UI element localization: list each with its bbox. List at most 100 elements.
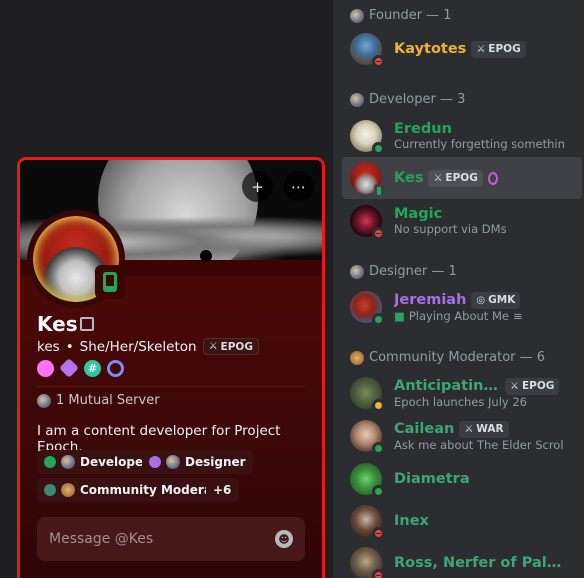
- member-name: Anticipating ...: [394, 378, 500, 394]
- activity-status: ■ Playing About Me ≡: [394, 308, 523, 323]
- mutual-servers-link[interactable]: 1 Mutual Server: [37, 393, 160, 408]
- member-magic[interactable]: Magic No support via DMs: [342, 200, 582, 242]
- server-tag: ⚔ EPOG: [471, 40, 526, 58]
- role-color-dot: [149, 456, 161, 468]
- role-icon: [166, 455, 180, 469]
- custom-status: Currently forgetting something: [394, 137, 564, 151]
- profile-popout: + ⋯ Kes kes • She/Her/Skeleton ⚔ EPOG # 1…: [17, 157, 325, 578]
- separator-dot: •: [65, 338, 74, 355]
- avatar: [350, 463, 385, 498]
- member-name: Ross, Nerfer of Paladi...: [394, 555, 564, 571]
- group-title: Developer — 3: [369, 92, 466, 107]
- mobile-status-icon: [374, 184, 384, 198]
- member-name: Kes: [394, 170, 424, 186]
- member-kes[interactable]: Kes ⚔ EPOG: [342, 157, 582, 199]
- role-chip-designer[interactable]: Designer: [142, 450, 253, 474]
- more-options-button[interactable]: ⋯: [283, 171, 314, 202]
- custom-status: Ask me about The Elder Scrol...: [394, 437, 564, 452]
- avatar: [350, 162, 384, 198]
- group-header-community-moderator: Community Moderator — 6: [350, 350, 545, 365]
- member-kaytotes[interactable]: Kaytotes ⚔ EPOG: [342, 28, 582, 70]
- message-input[interactable]: [49, 531, 275, 547]
- profile-pronouns: She/Her/Skeleton: [79, 338, 197, 355]
- gamepad-icon: ■: [394, 308, 405, 323]
- role-icon: [61, 483, 75, 497]
- sword-icon: ⚔: [433, 172, 443, 184]
- member-name: Diametra: [394, 471, 470, 487]
- notes-icon[interactable]: [80, 317, 94, 331]
- avatar: [350, 505, 385, 540]
- group-title: Founder — 1: [369, 8, 452, 23]
- member-name: Jeremiah: [394, 292, 467, 308]
- sword-icon: ⚔: [208, 341, 218, 352]
- quest-badge-icon[interactable]: [107, 360, 124, 377]
- member-jeremiah[interactable]: Jeremiah ◎ GMK ■ Playing About Me ≡: [342, 286, 582, 328]
- avatar: [350, 377, 385, 412]
- online-status-icon: [372, 442, 385, 455]
- more-icon: ⋯: [291, 177, 306, 196]
- role-icon: [350, 8, 364, 23]
- sword-icon: ⚔: [464, 423, 474, 435]
- member-name: Inex: [394, 513, 429, 529]
- group-header-developer: Developer — 3: [350, 92, 465, 107]
- dnd-status-icon: [372, 55, 385, 68]
- zebra-icon: ≡: [512, 308, 523, 323]
- member-list[interactable]: Founder — 1 Kaytotes ⚔ EPOG Developer — 3…: [334, 0, 584, 578]
- custom-status: No support via DMs: [394, 222, 507, 236]
- group-header-founder: Founder — 1: [350, 8, 452, 23]
- group-title: Designer — 1: [369, 264, 457, 279]
- avatar: [350, 291, 385, 326]
- profile-badges: #: [37, 358, 124, 378]
- online-status-icon: [372, 142, 385, 155]
- profile-username: kes: [37, 338, 60, 355]
- member-diametra[interactable]: Diametra: [342, 458, 582, 500]
- member-ross[interactable]: Ross, Nerfer of Paladi...: [342, 542, 582, 578]
- member-cailean[interactable]: Cailean ⚔ WAR Ask me about The Elder Scro…: [342, 415, 582, 457]
- banner-tree: [200, 250, 212, 262]
- member-eredun[interactable]: Eredun Currently forgetting something: [342, 115, 582, 157]
- role-color-dot: [44, 456, 56, 468]
- emoji-icon[interactable]: ☻: [275, 530, 293, 548]
- member-inex[interactable]: Inex: [342, 500, 582, 542]
- member-anticipating[interactable]: Anticipating ... ⚔EPOG Epoch launches Ju…: [342, 372, 582, 414]
- member-name: Cailean: [394, 421, 455, 437]
- server-tag[interactable]: ⚔ EPOG: [202, 338, 259, 355]
- profile-subtitle: kes • She/Her/Skeleton ⚔ EPOG: [37, 338, 259, 355]
- dnd-status-icon: [372, 227, 385, 240]
- member-name: Magic: [394, 206, 443, 222]
- role-color-dot: [44, 484, 56, 496]
- role-icon: [350, 350, 364, 365]
- more-roles-button[interactable]: +6: [206, 478, 239, 502]
- add-friend-button[interactable]: +: [242, 171, 273, 202]
- profile-display-name: Kes: [37, 312, 78, 336]
- add-friend-icon: +: [251, 177, 264, 196]
- avatar: [350, 120, 385, 155]
- member-name: Eredun: [394, 121, 452, 137]
- online-status-icon: [372, 485, 385, 498]
- group-title: Community Moderator — 6: [369, 350, 546, 365]
- controller-icon: ◎: [476, 294, 486, 306]
- avatar: [350, 33, 385, 68]
- sword-icon: ⚔: [476, 43, 486, 55]
- server-tag: ⚔ WAR: [459, 420, 509, 438]
- dnd-status-icon: [372, 569, 385, 578]
- hashtag-badge-icon[interactable]: #: [84, 360, 101, 377]
- role-icon: [350, 264, 364, 279]
- role-icon: [350, 92, 364, 107]
- group-header-designer: Designer — 1: [350, 264, 457, 279]
- message-box[interactable]: ☻: [37, 517, 305, 561]
- idle-status-icon: [372, 399, 385, 412]
- custom-status: Epoch launches July 26: [394, 394, 527, 409]
- divider: [37, 386, 305, 387]
- boost-gem-icon: [487, 171, 498, 185]
- avatar: [350, 205, 385, 240]
- server-tag: ◎ GMK: [471, 291, 521, 309]
- role-chip-developer[interactable]: Developer: [37, 450, 157, 474]
- nitro-gem-icon[interactable]: [59, 358, 79, 378]
- server-tag: ⚔ EPOG: [428, 169, 483, 187]
- mobile-status-icon: [95, 265, 125, 299]
- avatar: [350, 547, 385, 578]
- boost-badge-icon[interactable]: [37, 360, 54, 377]
- online-status-icon: [372, 313, 385, 326]
- dnd-status-icon: [372, 527, 385, 540]
